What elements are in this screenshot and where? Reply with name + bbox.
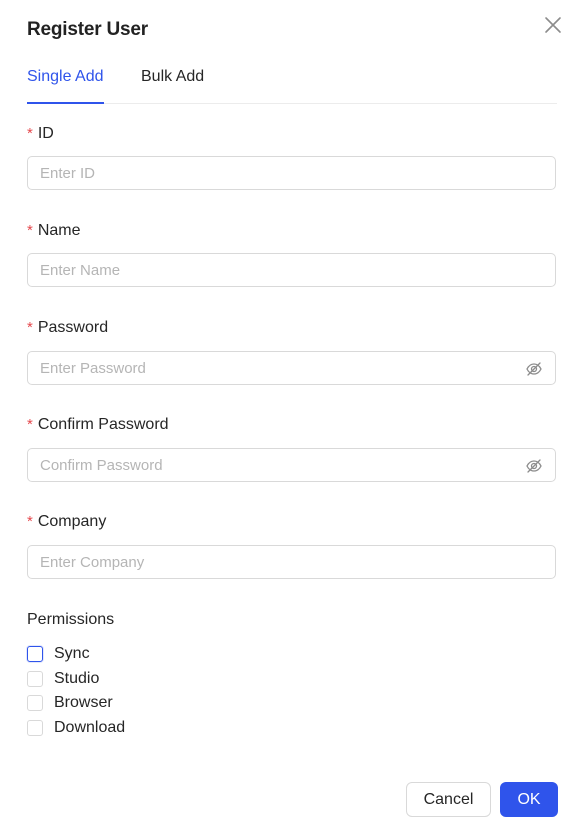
tab-bar: Single Add Bulk Add (27, 60, 557, 104)
required-mark: * (27, 319, 33, 336)
required-mark: * (27, 125, 33, 142)
download-checkbox[interactable] (27, 720, 43, 736)
password-label: * Password (27, 319, 109, 336)
required-mark: * (27, 416, 33, 433)
permission-download[interactable]: Download (27, 717, 125, 739)
company-field-wrapper (27, 545, 556, 579)
cancel-button[interactable]: Cancel (406, 782, 491, 817)
browser-label: Browser (54, 694, 113, 711)
required-mark: * (27, 513, 33, 530)
name-field-wrapper (27, 253, 556, 287)
id-label: * ID (27, 125, 54, 142)
sync-checkbox[interactable] (27, 646, 43, 662)
tab-single-add[interactable]: Single Add (27, 68, 104, 104)
company-input[interactable] (40, 546, 520, 578)
sync-label: Sync (54, 645, 90, 662)
name-input[interactable] (40, 254, 520, 286)
register-user-dialog: Register User Single Add Bulk Add *ID *N… (0, 0, 581, 837)
dialog-title: Register User (27, 19, 148, 40)
permission-browser[interactable]: Browser (27, 692, 113, 714)
confirm-password-label: * Confirm Password (27, 416, 169, 433)
password-input[interactable] (40, 352, 520, 384)
password-field-wrapper (27, 351, 556, 385)
confirm-password-field-wrapper (27, 448, 556, 482)
id-field-wrapper (27, 156, 556, 190)
close-icon[interactable] (541, 13, 565, 37)
studio-label: Studio (54, 670, 100, 687)
required-mark: * (27, 222, 33, 239)
download-label: Download (54, 719, 126, 736)
eye-off-icon[interactable] (525, 457, 543, 475)
eye-off-icon[interactable] (525, 360, 543, 378)
permission-sync[interactable]: Sync (27, 643, 90, 665)
permissions-title: Permissions (27, 611, 115, 628)
id-input[interactable] (40, 157, 520, 189)
name-label: * Name (27, 222, 81, 239)
tab-bulk-add[interactable]: Bulk Add (141, 68, 204, 103)
permission-studio[interactable]: Studio (27, 668, 99, 690)
confirm-password-input[interactable] (40, 449, 520, 481)
studio-checkbox[interactable] (27, 671, 43, 687)
browser-checkbox[interactable] (27, 695, 43, 711)
ok-button[interactable]: OK (500, 782, 558, 817)
company-label: * Company (27, 513, 107, 530)
